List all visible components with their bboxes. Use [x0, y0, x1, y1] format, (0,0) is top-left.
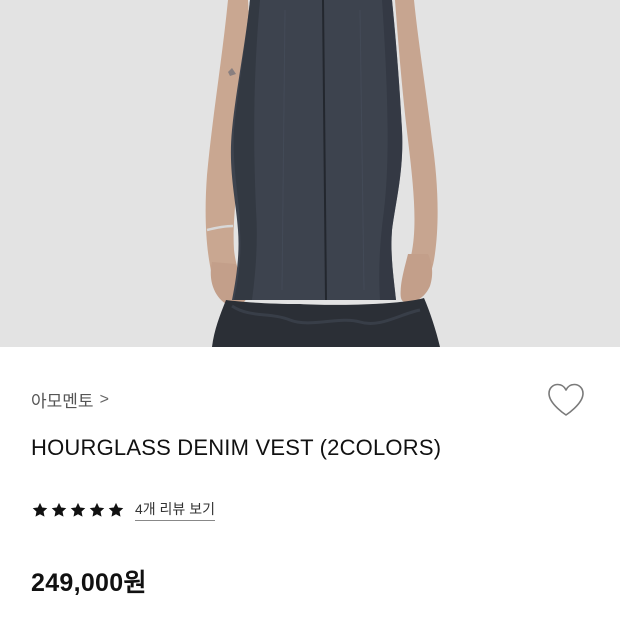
heart-outline-icon [548, 383, 584, 416]
product-title: HOURGLASS DENIM VEST (2COLORS) [31, 435, 442, 460]
star-icon [32, 502, 48, 517]
brand-link[interactable]: 아모멘토 > [31, 387, 109, 412]
star-icon [108, 502, 124, 517]
chevron-right-icon: > [99, 390, 109, 408]
rating-row: 4개 리뷰 보기 [31, 499, 215, 521]
product-image[interactable] [0, 0, 620, 347]
star-icon [70, 502, 86, 517]
wishlist-button[interactable] [544, 380, 588, 420]
product-price: 249,000원 [31, 569, 147, 597]
review-link[interactable]: 4개 리뷰 보기 [135, 499, 215, 521]
star-rating [31, 501, 125, 519]
brand-name: 아모멘토 [31, 392, 94, 411]
star-icon [51, 502, 67, 517]
product-photo [0, 0, 620, 347]
product-info-panel: 아모멘토 > HOURGLASS DENIM VEST (2COLORS) 4개… [0, 347, 620, 620]
star-icon [89, 502, 105, 517]
